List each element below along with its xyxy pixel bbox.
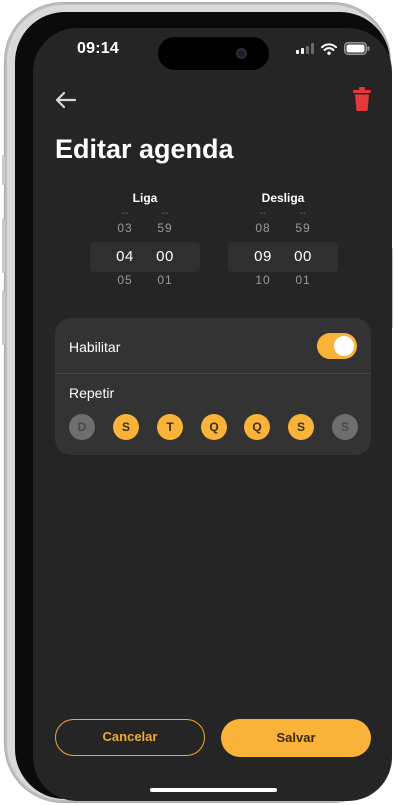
picker-partial-value: -- — [288, 211, 318, 216]
status-time: 09:14 — [77, 40, 119, 57]
cellular-signal-icon — [296, 43, 314, 54]
day-wednesday-toggle[interactable]: Q — [201, 414, 227, 440]
battery-icon — [344, 42, 370, 55]
picker-partial-value: -- — [110, 291, 140, 296]
wifi-icon — [321, 42, 337, 55]
repeat-label: Repetir — [69, 385, 115, 401]
picker-next-value: 01 — [295, 273, 311, 287]
picker-prev-value: 59 — [295, 221, 311, 235]
enable-toggle[interactable] — [317, 333, 357, 359]
day-thursday-toggle[interactable]: Q — [244, 414, 270, 440]
divider — [55, 373, 371, 374]
day-saturday-toggle[interactable]: S — [332, 414, 358, 440]
picker-next-value: 10 — [255, 273, 271, 287]
picker-selection-band — [90, 242, 200, 272]
enable-label: Habilitar — [69, 339, 121, 355]
off-minute-selected: 00 — [294, 248, 312, 265]
picker-partial-value: -- — [248, 211, 278, 216]
picker-partial-value: -- — [288, 291, 318, 296]
picker-next-value: 05 — [117, 273, 133, 287]
camera-lens — [236, 48, 247, 59]
phone-bezel: 09:14 Editar agenda Liga 03 04 05 59 00 … — [15, 12, 392, 801]
cancel-button[interactable]: Cancelar — [55, 719, 205, 756]
off-time-label: Desliga — [261, 191, 305, 205]
volume-up-button — [2, 218, 5, 273]
home-indicator[interactable] — [150, 788, 277, 792]
schedule-settings-card: Habilitar Repetir D S T Q Q S S — [55, 318, 371, 455]
save-button[interactable]: Salvar — [221, 719, 371, 757]
app-screen: 09:14 Editar agenda Liga 03 04 05 59 00 … — [33, 28, 392, 801]
picker-prev-value: 08 — [255, 221, 271, 235]
day-sunday-toggle[interactable]: D — [69, 414, 95, 440]
trash-icon — [353, 87, 371, 111]
arrow-left-icon — [55, 91, 77, 109]
toggle-knob — [334, 336, 354, 356]
picker-next-value: 01 — [157, 273, 173, 287]
picker-partial-value: -- — [110, 211, 140, 216]
delete-button[interactable] — [351, 86, 373, 112]
dynamic-island — [158, 37, 269, 70]
day-monday-toggle[interactable]: S — [113, 414, 139, 440]
picker-selection-band — [228, 242, 338, 272]
action-button — [2, 155, 5, 185]
volume-down-button — [2, 290, 5, 345]
back-button[interactable] — [53, 88, 81, 112]
page-title: Editar agenda — [55, 134, 234, 164]
on-hour-selected: 04 — [116, 248, 134, 265]
status-icons — [296, 42, 370, 55]
phone-frame: 09:14 Editar agenda Liga 03 04 05 59 00 … — [2, 3, 393, 802]
picker-prev-value: 03 — [117, 221, 133, 235]
picker-partial-value: -- — [150, 211, 180, 216]
on-time-picker[interactable]: -- 03 04 05 -- -- 59 00 01 -- — [90, 211, 200, 307]
off-hour-selected: 09 — [254, 248, 272, 265]
day-friday-toggle[interactable]: S — [288, 414, 314, 440]
on-minute-selected: 00 — [156, 248, 174, 265]
day-tuesday-toggle[interactable]: T — [157, 414, 183, 440]
picker-partial-value: -- — [248, 291, 278, 296]
on-time-label: Liga — [132, 191, 158, 205]
picker-prev-value: 59 — [157, 221, 173, 235]
repeat-days: D S T Q Q S S — [69, 414, 358, 440]
picker-partial-value: -- — [150, 291, 180, 296]
off-time-picker[interactable]: -- 08 09 10 -- -- 59 00 01 -- — [228, 211, 338, 307]
